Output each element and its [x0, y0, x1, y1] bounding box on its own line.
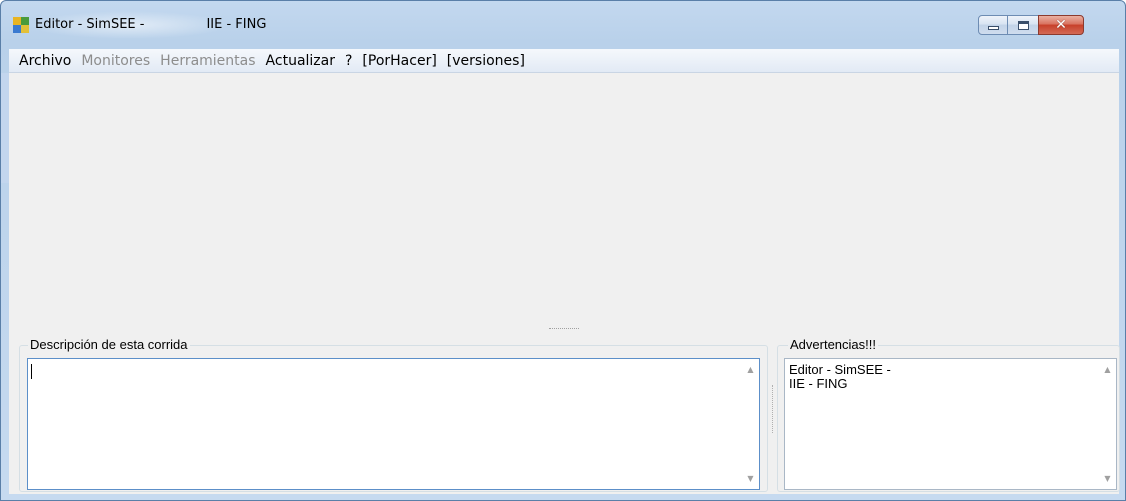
scroll-down-icon[interactable]: ▼	[742, 470, 759, 487]
menu-actualizar[interactable]: Actualizar	[261, 50, 340, 72]
menu-herramientas[interactable]: Herramientas	[155, 50, 260, 72]
menu-versiones[interactable]: [versiones]	[442, 50, 530, 72]
description-scrollbar[interactable]: ▲ ▼	[742, 359, 759, 489]
text-caret	[31, 364, 32, 379]
description-group-title: Descripción de esta corrida	[28, 337, 190, 353]
warnings-textarea[interactable]: Editor - SimSEE - IIE - FING ▲ ▼	[784, 358, 1117, 490]
client-area: Descripción de esta corrida ▲ ▼ Adverten…	[9, 73, 1120, 494]
description-group: Descripción de esta corrida ▲ ▼	[19, 337, 768, 492]
window-frame-accent	[1, 73, 9, 183]
app-window: Editor - SimSEE - IIE - FING ✕ Archivo M…	[0, 0, 1126, 501]
vertical-splitter[interactable]	[772, 385, 774, 433]
warnings-scrollbar[interactable]: ▲ ▼	[1099, 359, 1116, 489]
warnings-text: Editor - SimSEE - IIE - FING	[789, 362, 891, 391]
warnings-group-title: Advertencias!!!	[788, 337, 878, 353]
minimize-icon	[987, 26, 999, 30]
close-button[interactable]: ✕	[1038, 15, 1084, 35]
menu-porhacer[interactable]: [PorHacer]	[357, 50, 441, 72]
window-controls: ✕	[978, 15, 1084, 35]
window-title: Editor - SimSEE - IIE - FING	[35, 17, 267, 32]
scroll-down-icon[interactable]: ▼	[1099, 470, 1116, 487]
maximize-icon	[1017, 20, 1029, 30]
horizontal-splitter[interactable]	[549, 328, 579, 331]
app-icon[interactable]	[13, 17, 29, 33]
scroll-up-icon[interactable]: ▲	[742, 361, 759, 378]
maximize-button[interactable]	[1007, 15, 1039, 35]
menu-help[interactable]: ?	[340, 50, 357, 72]
menu-archivo[interactable]: Archivo	[9, 50, 76, 72]
title-bar[interactable]: Editor - SimSEE - IIE - FING ✕	[1, 1, 1125, 49]
scroll-up-icon[interactable]: ▲	[1099, 361, 1116, 378]
warnings-group: Advertencias!!! Editor - SimSEE - IIE - …	[777, 337, 1120, 492]
menu-bar: Archivo Monitores Herramientas Actualiza…	[9, 49, 1119, 73]
close-icon: ✕	[1055, 17, 1067, 33]
description-textarea[interactable]: ▲ ▼	[27, 358, 760, 490]
menu-monitores[interactable]: Monitores	[76, 50, 155, 72]
minimize-button[interactable]	[978, 15, 1008, 35]
